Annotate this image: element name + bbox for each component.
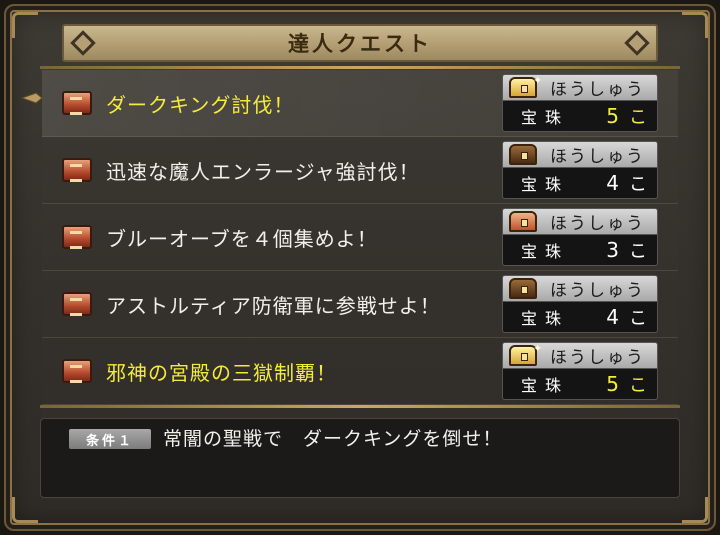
selection-cursor-icon — [20, 92, 43, 104]
quest-row[interactable]: アストルティア防衛軍に参戦せよ！ ほうしゅう 宝珠 4 こ — [42, 271, 678, 338]
reward-content: 宝珠 4 こ — [502, 168, 658, 199]
reward-item: 宝珠 — [521, 175, 570, 194]
quest-row[interactable]: ダークキング討伐！ ✦ ほうしゅう 宝珠 5 こ — [42, 70, 678, 137]
reward-unit: こ — [629, 375, 647, 396]
reward-content: 宝珠 5 こ — [502, 101, 658, 132]
reward-unit: こ — [629, 107, 647, 128]
reward-header: ほうしゅう — [502, 208, 658, 235]
quest-name: ブルーオーブを４個集めよ！ — [106, 226, 378, 251]
diamond-ornament-icon — [70, 30, 96, 56]
frame-corner-ornament — [12, 12, 38, 38]
treasure-chest-icon — [509, 278, 537, 299]
title-bar: 達人クエスト — [62, 24, 658, 62]
scroll-icon — [62, 158, 92, 182]
reward-header: ほうしゅう — [502, 141, 658, 168]
quest-row[interactable]: 邪神の宮殿の三獄制覇！ ✦ ほうしゅう 宝珠 5 こ — [42, 338, 678, 405]
reward-unit: こ — [629, 174, 647, 195]
reward-quantity: 4 — [606, 171, 619, 195]
reward-item: 宝珠 — [521, 376, 570, 395]
sparkle-icon: ✦ — [533, 74, 543, 87]
quest-list: ダークキング討伐！ ✦ ほうしゅう 宝珠 5 こ 迅速な魔人エンラージャ強討伐！… — [42, 70, 678, 405]
reward-quantity: 5 — [606, 104, 619, 128]
quest-name: 迅速な魔人エンラージャ強討伐！ — [106, 159, 420, 184]
reward-item: 宝珠 — [521, 108, 570, 127]
reward-box: ほうしゅう 宝珠 4 こ — [502, 275, 658, 333]
treasure-chest-icon — [509, 144, 537, 165]
quest-name: アストルティア防衛軍に参戦せよ！ — [106, 293, 441, 318]
reward-quantity: 3 — [606, 238, 619, 262]
scroll-icon — [62, 91, 92, 115]
frame-corner-ornament — [682, 497, 708, 523]
quest-name: ダークキング討伐！ — [106, 92, 295, 117]
scroll-icon — [62, 359, 92, 383]
reward-header: ほうしゅう — [502, 275, 658, 302]
reward-item: 宝珠 — [521, 309, 570, 328]
diamond-ornament-icon — [624, 30, 650, 56]
reward-content: 宝珠 4 こ — [502, 302, 658, 333]
condition-text: 常闇の聖戦で ダークキングを倒せ！ — [163, 428, 503, 450]
frame-corner-ornament — [682, 12, 708, 38]
reward-label: ほうしゅう — [550, 281, 645, 301]
reward-header: ✦ ほうしゅう — [502, 342, 658, 369]
quest-row[interactable]: ブルーオーブを４個集めよ！ ほうしゅう 宝珠 3 こ — [42, 204, 678, 271]
frame-corner-ornament — [12, 497, 38, 523]
reward-unit: こ — [629, 241, 647, 262]
condition-tag: 条件１ — [69, 429, 151, 449]
reward-box: ほうしゅう 宝珠 4 こ — [502, 141, 658, 199]
reward-header: ✦ ほうしゅう — [502, 74, 658, 101]
reward-box: ほうしゅう 宝珠 3 こ — [502, 208, 658, 266]
reward-item: 宝珠 — [521, 242, 570, 261]
reward-box: ✦ ほうしゅう 宝珠 5 こ — [502, 342, 658, 400]
reward-content: 宝珠 3 こ — [502, 235, 658, 266]
reward-label: ほうしゅう — [550, 80, 645, 100]
quest-row[interactable]: 迅速な魔人エンラージャ強討伐！ ほうしゅう 宝珠 4 こ — [42, 137, 678, 204]
reward-content: 宝珠 5 こ — [502, 369, 658, 400]
reward-label: ほうしゅう — [550, 147, 645, 167]
reward-box: ✦ ほうしゅう 宝珠 5 こ — [502, 74, 658, 132]
divider — [40, 66, 680, 69]
window-title: 達人クエスト — [288, 32, 432, 56]
reward-unit: こ — [629, 308, 647, 329]
sparkle-icon: ✦ — [533, 342, 543, 355]
quest-name: 邪神の宮殿の三獄制覇！ — [106, 360, 337, 385]
scroll-icon — [62, 225, 92, 249]
condition-panel: 条件１ 常闇の聖戦で ダークキングを倒せ！ — [40, 418, 680, 498]
reward-quantity: 5 — [606, 372, 619, 396]
reward-label: ほうしゅう — [550, 348, 645, 368]
treasure-chest-icon — [509, 211, 537, 232]
scroll-icon — [62, 292, 92, 316]
reward-quantity: 4 — [606, 305, 619, 329]
reward-label: ほうしゅう — [550, 214, 645, 234]
divider — [40, 405, 680, 408]
